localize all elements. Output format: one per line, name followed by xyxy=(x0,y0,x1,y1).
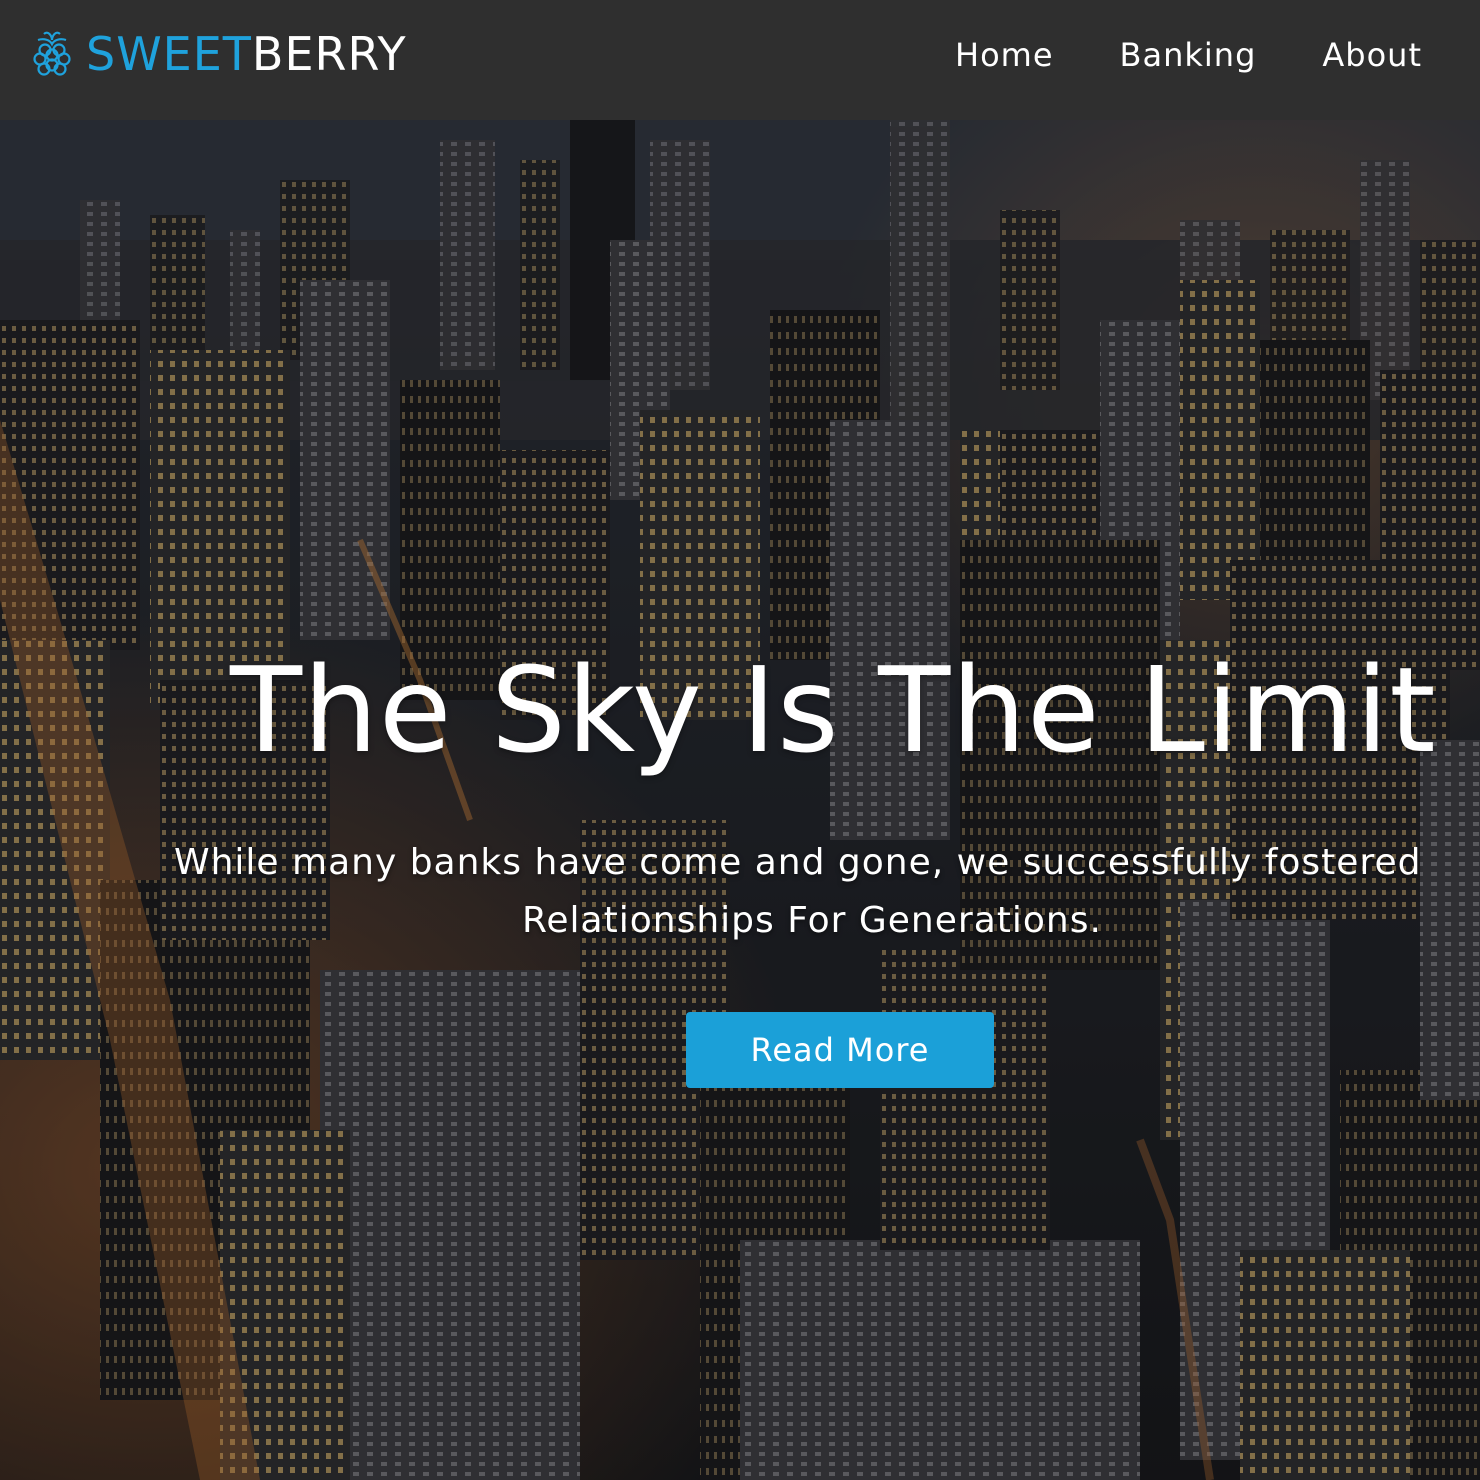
raspberry-icon xyxy=(33,31,71,76)
brand-name: SWEETBERRY xyxy=(86,28,407,80)
hero-section: The Sky Is The Limit While many banks ha… xyxy=(0,120,1480,1480)
brand-logo-link[interactable]: SWEETBERRY xyxy=(30,28,407,80)
nav-item-banking[interactable]: Banking xyxy=(1120,36,1257,74)
brand-name-sweet: SWEET xyxy=(86,27,252,81)
read-more-button[interactable]: Read More xyxy=(686,1012,994,1088)
hero-overlay xyxy=(0,120,1480,1480)
nav-item-about[interactable]: About xyxy=(1322,36,1422,74)
hero-title: The Sky Is The Limit xyxy=(230,641,1437,779)
hero-subtitle-line-2: Relationships For Generations. xyxy=(522,900,1102,941)
nav-item-home[interactable]: Home xyxy=(955,36,1054,74)
main-nav: Home Banking About xyxy=(889,0,1422,110)
top-navbar: SWEETBERRY Home Banking About xyxy=(0,0,1480,120)
hero-subtitle-line-1: While many banks have come and gone, we … xyxy=(174,842,1422,883)
brand-name-berry: BERRY xyxy=(251,27,407,81)
